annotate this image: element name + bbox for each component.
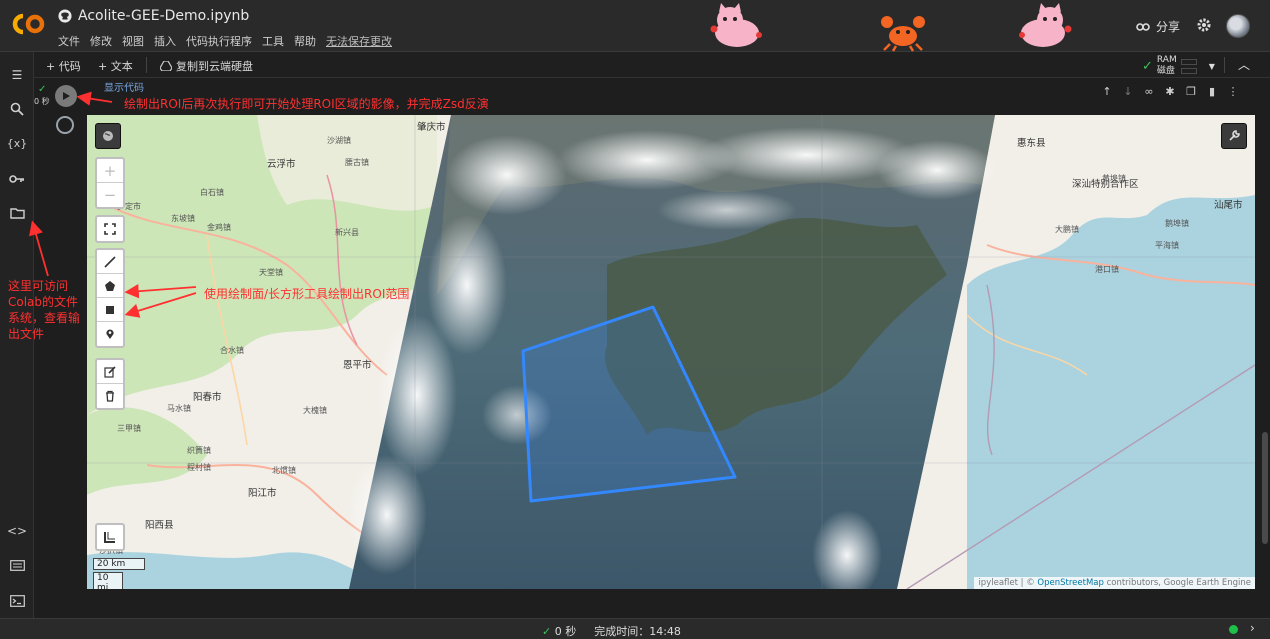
annotation-files: 这里可访问Colab的文件系统，查看输出文件	[8, 279, 81, 341]
collapse-status-icon[interactable]: ›	[1250, 621, 1255, 635]
status-time: ✓ 0 秒	[542, 623, 576, 639]
annotation-draw: 使用绘制面/长方形工具绘制出ROI范围	[204, 287, 410, 301]
status-check-icon: ✓	[542, 625, 555, 638]
connection-status-dot	[1229, 625, 1238, 634]
status-duration: 0 秒	[554, 625, 577, 638]
status-bar: ✓ 0 秒 完成时间：14:48 ›	[0, 618, 1270, 639]
annotation-run: 绘制出ROI后再次执行即可开始处理ROI区域的影像，并完成Zsd反演	[124, 97, 489, 111]
scrollbar[interactable]	[1262, 432, 1268, 544]
status-done: 完成时间：14:48	[594, 625, 681, 638]
